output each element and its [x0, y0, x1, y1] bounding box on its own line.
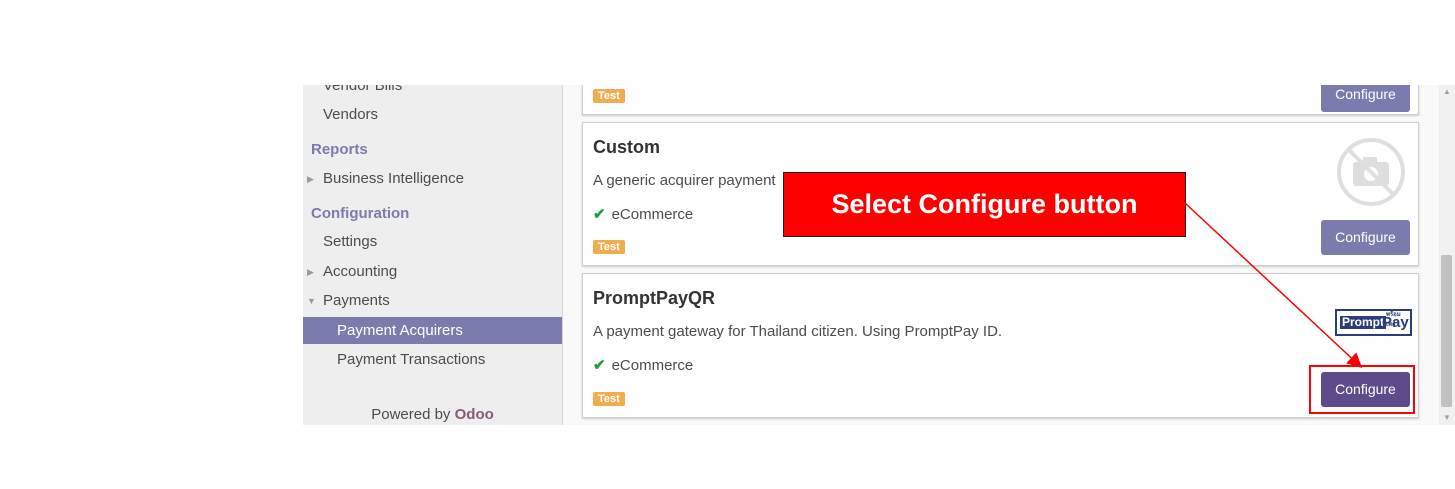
annotation-arrow-icon: [1184, 202, 1363, 369]
